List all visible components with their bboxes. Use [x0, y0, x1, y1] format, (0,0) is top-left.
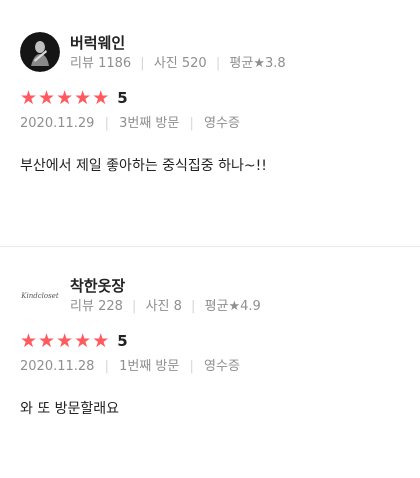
profile-photo-icon	[20, 32, 60, 72]
reviews-count: 1186	[98, 55, 132, 71]
separator: |	[189, 116, 194, 131]
review-text: 와 또 방문할래요	[20, 401, 120, 417]
separator: |	[189, 359, 194, 374]
receipt-label: 영수증	[204, 116, 240, 131]
average-value: 4.9	[240, 298, 261, 314]
review-text: 부산에서 제일 좋아하는 중식집중 하나~!!	[20, 158, 267, 174]
star-icon: ★	[92, 87, 110, 109]
visit-date: 2020.11.29	[20, 116, 95, 131]
reviews-label: 리뷰	[70, 298, 94, 314]
reviewer-stats: 리뷰 228 | 사진 8 | 평균★4.9	[70, 298, 261, 315]
visit-count: 3번째 방문	[119, 116, 180, 131]
star-icon: ★	[20, 330, 38, 352]
star-icon: ★	[74, 330, 92, 352]
separator: |	[140, 55, 145, 71]
photos-label: 사진	[145, 298, 170, 314]
visit-info: 2020.11.28 | 1번째 방문 | 영수증	[20, 358, 400, 375]
visit-info: 2020.11.29 | 3번째 방문 | 영수증	[20, 115, 400, 132]
avatar[interactable]	[20, 32, 60, 72]
star-icon: ★	[74, 87, 92, 109]
logo-text: Kindcloset	[20, 292, 59, 300]
separator: |	[215, 55, 221, 71]
separator: |	[132, 298, 137, 314]
reviewer-stats: 리뷰 1186 | 사진 520 | 평균★3.8	[70, 55, 286, 72]
reviews-label: 리뷰	[70, 55, 94, 71]
rating-score: 5	[117, 89, 128, 107]
reviewer-name[interactable]: 착한옷장	[70, 276, 261, 296]
average-label: 평균	[204, 298, 229, 314]
average-value: 3.8	[264, 55, 286, 71]
star-icon: ★	[38, 87, 56, 109]
average-star-icon: ★	[253, 55, 265, 71]
photos-count: 8	[173, 298, 182, 314]
star-rating: ★ ★ ★ ★ ★	[20, 88, 110, 108]
visit-count: 1번째 방문	[119, 359, 180, 374]
star-icon: ★	[38, 330, 56, 352]
review-item: 버럭웨인 리뷰 1186 | 사진 520 | 평균★3.8 ★ ★ ★ ★ ★ 5 2…	[0, 0, 420, 246]
rating-score: 5	[117, 332, 128, 350]
separator: |	[104, 116, 109, 131]
reviews-count: 228	[98, 298, 123, 314]
average-star-icon: ★	[228, 298, 241, 314]
average-label: 평균	[229, 55, 254, 71]
kindcloset-logo-icon: Kindcloset	[20, 292, 59, 300]
separator: |	[191, 298, 196, 314]
visit-date: 2020.11.28	[20, 359, 95, 374]
star-rating: ★ ★ ★ ★ ★	[20, 331, 110, 351]
photos-count: 520	[181, 55, 207, 71]
separator: |	[104, 359, 109, 374]
star-icon: ★	[20, 87, 38, 109]
star-icon: ★	[56, 87, 74, 109]
avatar[interactable]: Kindcloset	[20, 275, 60, 315]
star-icon: ★	[92, 330, 110, 352]
photos-label: 사진	[153, 55, 178, 71]
reviewer-name[interactable]: 버럭웨인	[70, 33, 286, 53]
rating: ★ ★ ★ ★ ★ 5	[20, 88, 400, 108]
star-icon: ★	[56, 330, 74, 352]
review-item: Kindcloset 착한옷장 리뷰 228 | 사진 8 | 평균★4.9 ★…	[0, 247, 420, 478]
rating: ★ ★ ★ ★ ★ 5	[20, 331, 400, 351]
receipt-label: 영수증	[204, 359, 240, 374]
